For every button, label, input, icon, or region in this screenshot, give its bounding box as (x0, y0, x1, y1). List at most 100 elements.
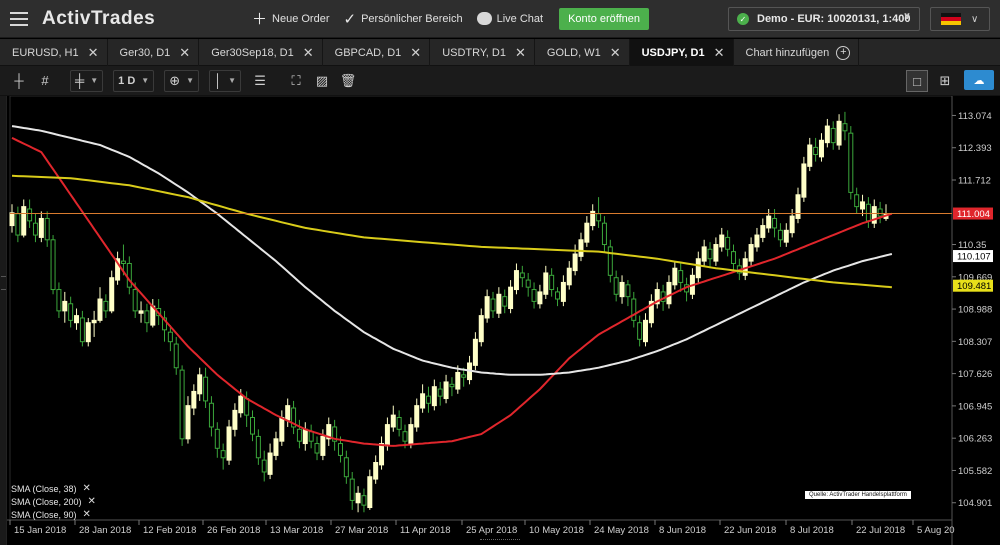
candle-down (44, 217, 50, 241)
candle-up (719, 234, 725, 248)
y-tick-label: 104.901 (958, 498, 992, 509)
chart-tabs: EURUSD, H1 ✕ Ger30, D1 ✕ Ger30Sep18, D1 ✕ G… (0, 39, 1000, 66)
side-panel-handle[interactable] (0, 96, 7, 545)
x-tick-label: 8 Jul 2018 (790, 525, 834, 536)
x-tick-label: 25 Apr 2018 (466, 525, 517, 536)
candle-up (584, 222, 590, 243)
candle-up (408, 424, 414, 445)
candle-up (795, 194, 801, 219)
chart-type-dropdown[interactable]: ╪ ▼ (70, 69, 104, 92)
candle-down (725, 236, 731, 250)
personal-area-button[interactable]: ✓ Persönlicher Bereich (344, 10, 463, 28)
open-account-button[interactable]: Konto eröffnen (559, 7, 650, 30)
grid-hash-icon[interactable]: # (34, 70, 56, 92)
add-chart-button[interactable]: Chart hinzufügen + (734, 39, 860, 66)
tab-gold[interactable]: GOLD, W1 ✕ (535, 39, 630, 66)
candle-down (877, 208, 883, 217)
chevron-down-icon: ▼ (90, 76, 99, 85)
template-icon[interactable]: ▨ (311, 70, 333, 92)
indicator-dropdown[interactable]: ⊕ ▼ (164, 69, 200, 92)
single-layout-icon[interactable]: □ (906, 70, 928, 92)
close-icon[interactable]: ✕ (83, 509, 91, 520)
crosshair-icon[interactable]: ┼ (8, 70, 30, 92)
cloud-icon[interactable]: ☁ (964, 70, 994, 90)
chat-bubble-icon (476, 12, 492, 25)
candle-down (79, 317, 85, 343)
sma-line-0 (11, 136, 893, 447)
candle-down (32, 222, 38, 236)
trash-icon[interactable]: 🗑 (337, 70, 359, 92)
candle-down (27, 208, 33, 222)
close-icon[interactable]: ✕ (515, 45, 526, 61)
close-icon[interactable]: ✕ (88, 496, 96, 507)
add-indicator-icon: ⊕ (169, 72, 181, 88)
personal-area-label: Persönlicher Bereich (361, 12, 463, 25)
new-order-button[interactable]: ＋ Neue Order (252, 8, 330, 29)
chevron-down-icon: ∨ (971, 13, 979, 25)
candle-up (267, 452, 273, 475)
candle-up (643, 319, 649, 343)
grid-layout-icon[interactable]: ⊞ (934, 70, 956, 92)
candle-up (62, 300, 68, 312)
close-icon[interactable]: ✕ (88, 45, 99, 61)
candle-down (126, 262, 132, 288)
candle-up (484, 296, 490, 319)
y-tick-label: 112.393 (958, 143, 992, 154)
candle-down (854, 194, 860, 208)
candle-down (772, 217, 778, 229)
drawing-tool-dropdown[interactable]: │ ▼ (209, 69, 242, 92)
close-icon[interactable]: ✕ (610, 45, 621, 61)
candle-down (144, 310, 150, 324)
close-icon[interactable]: ✕ (410, 45, 421, 61)
candle-down (120, 260, 126, 264)
close-icon[interactable]: ✕ (303, 45, 314, 61)
close-icon[interactable]: ✕ (714, 45, 725, 61)
candle-up (185, 405, 191, 440)
live-chat-button[interactable]: Live Chat (476, 12, 543, 25)
tab-ger30[interactable]: Ger30, D1 ✕ (108, 39, 200, 66)
tab-eurusd[interactable]: EURUSD, H1 ✕ (0, 39, 108, 66)
candle-down (531, 289, 537, 302)
tab-gbpcad[interactable]: GBPCAD, D1 ✕ (323, 39, 431, 66)
chevron-down-icon: ▼ (186, 76, 195, 85)
candle-up (695, 258, 701, 279)
resize-handle[interactable] (480, 539, 520, 544)
candle-down (865, 203, 871, 222)
price-chart[interactable]: 104.901 105.582 106.263 106.945 107.626 108.3… (0, 96, 1000, 545)
x-tick-label: 5 Aug 20 (917, 525, 955, 536)
chevron-down-icon: ▼ (228, 76, 237, 85)
price-label: 109.481 (957, 281, 991, 292)
candle-down (167, 331, 173, 343)
candle-up (472, 338, 478, 366)
close-icon[interactable]: ✕ (179, 45, 190, 61)
tab-usdtry[interactable]: USDTRY, D1 ✕ (430, 39, 535, 66)
candle-up (754, 234, 760, 248)
close-icon[interactable]: ✕ (83, 483, 91, 494)
legend-sma-90: SMA (Close, 90) ✕ (11, 509, 91, 520)
layout-buttons: □ ⊞ ☁ (906, 70, 994, 92)
candle-up (836, 120, 842, 146)
candle-up (74, 315, 80, 324)
language-selector[interactable]: ∨ (930, 7, 990, 31)
tab-label: Ger30Sep18, D1 (211, 46, 294, 59)
tab-usdjpy[interactable]: USDJPY, D1 ✕ (629, 39, 734, 66)
tab-ger30sep18[interactable]: Ger30Sep18, D1 ✕ (199, 39, 323, 66)
fibonacci-icon[interactable]: ☰ (249, 70, 271, 92)
candle-up (807, 144, 813, 167)
candle-down (249, 416, 255, 435)
candle-down (349, 478, 355, 501)
timeframe-dropdown[interactable]: 1 D ▼ (113, 69, 155, 92)
candle-down (179, 369, 185, 440)
y-tick-label: 110.35 (958, 240, 986, 251)
candle-up (367, 476, 373, 509)
menu-icon[interactable] (0, 0, 38, 38)
screenshot-icon[interactable]: ⛶ (285, 70, 307, 92)
candle-up (783, 229, 789, 243)
y-tick-label: 108.988 (958, 305, 992, 316)
account-selector[interactable]: ✓ Demo - EUR: 10020131, 1:400 ∨ (728, 7, 920, 31)
candle-down (314, 443, 320, 454)
tab-label: GOLD, W1 (546, 46, 601, 59)
candle-down (337, 443, 343, 456)
candle-up (279, 416, 285, 442)
candle-down (730, 251, 736, 264)
